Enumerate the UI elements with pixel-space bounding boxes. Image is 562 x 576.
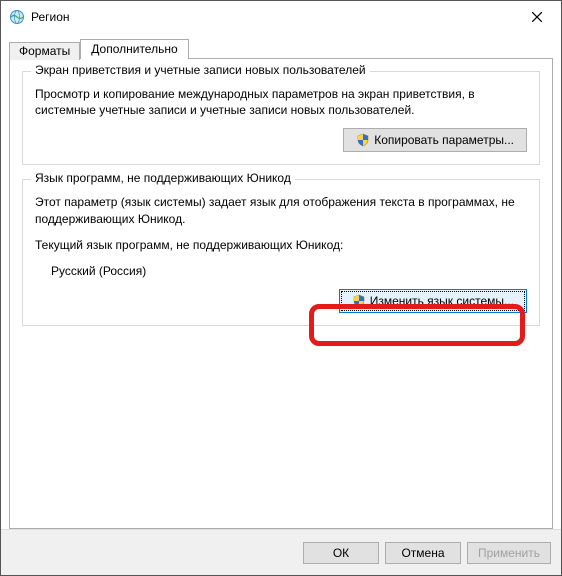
current-language-label: Текущий язык программ, не поддерживающих… — [35, 237, 527, 253]
close-button[interactable] — [514, 2, 559, 32]
apply-button[interactable]: Применить — [467, 542, 551, 564]
cancel-button[interactable]: Отмена — [385, 542, 461, 564]
copy-settings-label: Копировать параметры... — [374, 133, 514, 147]
region-dialog: Регион Форматы Дополнительно Экран приве… — [0, 0, 562, 576]
tab-strip: Форматы Дополнительно — [9, 37, 553, 58]
tab-advanced[interactable]: Дополнительно — [80, 39, 188, 59]
group-welcome-legend: Экран приветствия и учетные записи новых… — [31, 63, 370, 77]
group-non-unicode-legend: Язык программ, не поддерживающих Юникод — [31, 171, 295, 185]
group-welcome-screen: Экран приветствия и учетные записи новых… — [22, 71, 540, 165]
dialog-footer: ОК Отмена Применить — [1, 529, 561, 575]
group-non-unicode: Язык программ, не поддерживающих Юникод … — [22, 179, 540, 326]
group-welcome-desc: Просмотр и копирование международных пар… — [35, 86, 527, 118]
change-system-locale-button[interactable]: Изменить язык системы... — [339, 289, 527, 313]
globe-icon — [9, 9, 25, 25]
content-area: Форматы Дополнительно Экран приветствия … — [1, 33, 561, 529]
shield-icon — [352, 294, 366, 308]
change-system-locale-label: Изменить язык системы... — [370, 294, 514, 308]
tab-formats[interactable]: Форматы — [9, 42, 80, 60]
current-language-value: Русский (Россия) — [35, 263, 527, 279]
copy-settings-button[interactable]: Копировать параметры... — [343, 128, 527, 152]
window-title: Регион — [31, 10, 514, 24]
shield-icon — [356, 133, 370, 147]
ok-button[interactable]: ОК — [303, 542, 379, 564]
titlebar: Регион — [1, 1, 561, 33]
tab-panel-advanced: Экран приветствия и учетные записи новых… — [9, 58, 553, 529]
group-non-unicode-desc: Этот параметр (язык системы) задает язык… — [35, 194, 527, 226]
